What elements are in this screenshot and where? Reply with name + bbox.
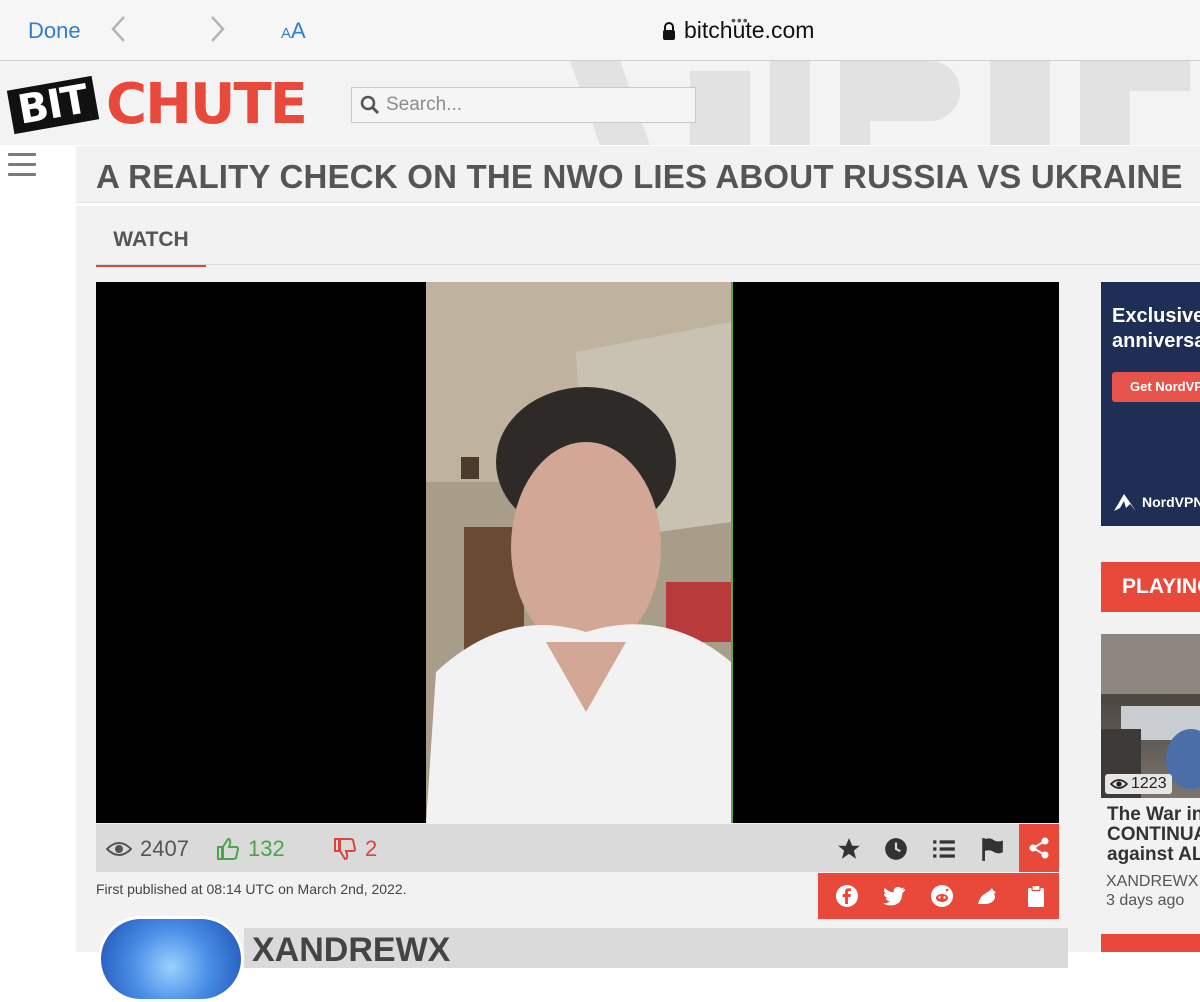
search-icon — [360, 95, 380, 115]
video-still — [426, 282, 731, 823]
playing-next-header: PLAYING — [1101, 562, 1200, 612]
video-player[interactable] — [96, 282, 1059, 823]
publish-date: First published at 08:14 UTC on March 2n… — [96, 881, 407, 897]
site-header: BIT CHUTE — [0, 61, 1200, 145]
video-title: A REALITY CHECK ON THE NWO LIES ABOUT RU… — [96, 158, 1183, 195]
search-box[interactable] — [351, 87, 696, 123]
next-video-channel[interactable]: XANDREWX — [1106, 873, 1200, 891]
tab-watch[interactable]: WATCH — [96, 226, 206, 267]
share-icon — [1029, 837, 1049, 859]
address-bar[interactable]: bitchute.com — [662, 17, 814, 44]
share-options — [818, 873, 1059, 919]
browser-toolbar: Done AA ••• bitchute.com — [0, 0, 1200, 61]
reddit-icon[interactable] — [930, 884, 954, 908]
sidebar-ad[interactable]: Exclusive anniversa Get NordVPN NordVPN — [1101, 282, 1200, 526]
star-icon[interactable] — [836, 836, 862, 862]
like-button[interactable]: 132 — [216, 836, 285, 862]
ad-brand-text: NordVPN — [1142, 494, 1200, 510]
channel-avatar[interactable] — [98, 916, 244, 1002]
flag-icon[interactable] — [979, 836, 1005, 862]
next-title-line-2: CONTINUA — [1107, 824, 1200, 845]
channel-name[interactable]: XANDREWX — [244, 928, 1068, 969]
clock-icon[interactable] — [883, 836, 909, 862]
next-video-view-count: 1223 — [1131, 775, 1167, 792]
nordvpn-logo-icon — [1114, 494, 1136, 511]
next-title-line-3: against AL — [1107, 844, 1200, 865]
dislike-button[interactable]: 2 — [333, 836, 377, 862]
tab-divider — [96, 264, 1200, 265]
gab-icon[interactable] — [976, 884, 1000, 908]
forward-arrow-icon[interactable] — [206, 14, 228, 44]
ad-cta-button[interactable]: Get NordVPN — [1112, 372, 1200, 402]
like-count: 132 — [248, 836, 285, 861]
search-input[interactable] — [384, 93, 688, 117]
eye-icon — [106, 842, 132, 856]
video-action-bar: 2407 132 2 — [96, 824, 1059, 872]
next-title-line-1: The War in — [1107, 805, 1200, 825]
ad-brand: NordVPN — [1112, 492, 1200, 512]
bitchute-logo[interactable]: BIT CHUTE — [6, 71, 328, 141]
dislike-count: 2 — [365, 836, 378, 861]
playlist-icon[interactable] — [931, 836, 957, 862]
text-size-large: A — [291, 18, 306, 43]
ad-line-1: Exclusive — [1112, 305, 1200, 327]
text-size-small: A — [281, 25, 292, 42]
logo-chute-text: CHUTE — [106, 72, 308, 137]
lock-icon — [663, 21, 675, 40]
twitter-icon[interactable] — [882, 884, 906, 908]
text-size-button[interactable]: AA — [281, 18, 306, 44]
share-button[interactable] — [1019, 824, 1059, 872]
facebook-icon[interactable] — [835, 884, 859, 908]
thumbs-up-icon — [217, 837, 240, 860]
next-video-date: 3 days ago — [1106, 892, 1185, 909]
sidebar-section-header — [1101, 934, 1200, 952]
view-count: 2407 — [106, 836, 189, 862]
back-arrow-icon[interactable] — [108, 14, 130, 44]
tab-watch-label: WATCH — [113, 228, 189, 251]
ad-line-2: anniversa — [1112, 330, 1200, 352]
logo-bit-text: BIT — [6, 75, 99, 135]
next-video-title[interactable]: The War in CONTINUA against AL — [1107, 805, 1200, 865]
view-count-value: 2407 — [140, 836, 189, 861]
thumbs-down-icon — [334, 838, 357, 861]
url-text: bitchute.com — [684, 17, 815, 43]
ad-headline: Exclusive anniversa — [1112, 304, 1200, 354]
done-button[interactable]: Done — [28, 18, 81, 44]
video-frame — [426, 282, 733, 823]
clipboard-icon[interactable] — [1024, 884, 1048, 908]
title-bar: A REALITY CHECK ON THE NWO LIES ABOUT RU… — [76, 146, 1200, 203]
menu-icon[interactable] — [8, 153, 36, 179]
next-video-thumbnail[interactable]: 1223 — [1101, 634, 1200, 798]
next-video-views: 1223 — [1105, 774, 1172, 794]
eye-icon — [1110, 779, 1128, 789]
